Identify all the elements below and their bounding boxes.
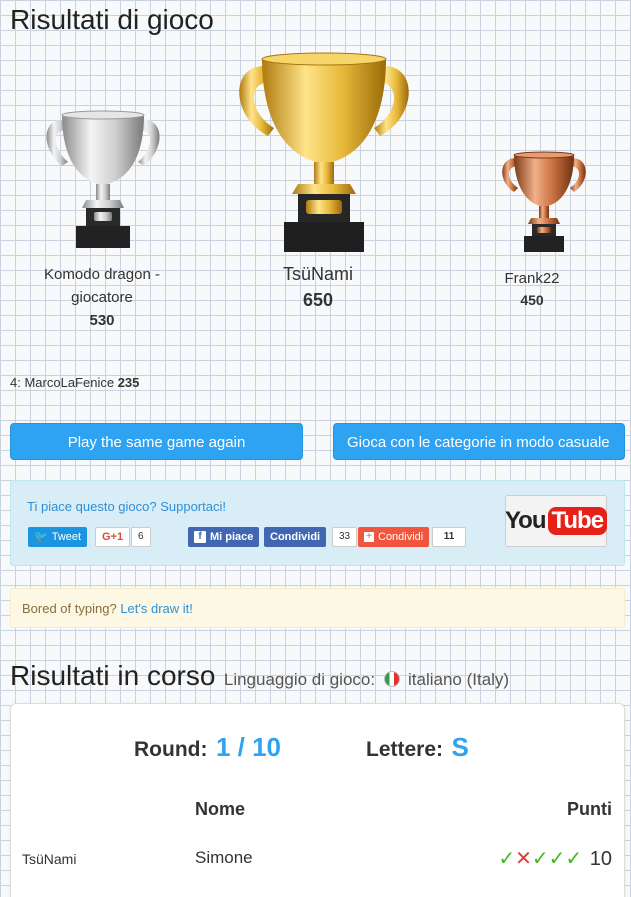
column-name-header: Nome xyxy=(195,799,246,819)
plus-icon: + xyxy=(364,532,374,542)
podium-first-name: TsüNami xyxy=(282,264,353,284)
tweet-button[interactable]: 🐦 Tweet xyxy=(28,527,88,547)
gplus-count: 6 xyxy=(131,527,151,547)
share-plus-button[interactable]: + Condividi xyxy=(358,527,430,547)
youtube-you-text: You xyxy=(504,507,547,534)
round-value: 1 / 10 xyxy=(215,732,281,762)
share-count: 33 xyxy=(332,527,358,547)
draw-text-wrap: Bored of typing? Let's draw it! xyxy=(22,601,193,616)
draw-box: Bored of typing? Let's draw it! xyxy=(10,588,625,628)
gplus-button[interactable]: G+1 xyxy=(95,527,131,547)
row-player: TsüNami xyxy=(22,851,77,867)
share-plus-label: Condividi xyxy=(378,531,424,543)
fourth-score: 235 xyxy=(117,375,140,390)
running-header: Risultati in corso Linguaggio di gioco: … xyxy=(10,660,509,692)
random-categories-button[interactable]: Gioca con le categorie in modo casuale xyxy=(333,423,625,460)
share-plus-count: 11 xyxy=(432,527,466,547)
tweet-label: Tweet xyxy=(51,531,82,543)
cross-icon: ✕ xyxy=(515,848,532,870)
letter-label: Lettere: xyxy=(366,738,444,761)
gold-trophy-icon xyxy=(239,52,409,252)
page-title: Risultati di gioco xyxy=(10,4,214,35)
support-text: Ti piace questo gioco? Supportaci! xyxy=(27,499,226,514)
play-again-button[interactable]: Play the same game again xyxy=(10,423,303,460)
running-panel: Round: 1 / 10 Lettere: S Nome Punti TsüN… xyxy=(10,703,625,897)
podium-third-score: 450 xyxy=(520,292,544,308)
podium-second-score: 530 xyxy=(89,312,115,329)
running-title: Risultati in corso xyxy=(10,660,216,691)
letter-info: Lettere: S xyxy=(366,732,469,763)
language-value: italiano (Italy) xyxy=(408,670,510,689)
twitter-bird-icon: 🐦 xyxy=(34,531,48,543)
podium-first-score: 650 xyxy=(302,290,334,310)
youtube-tube-text: Tube xyxy=(547,507,608,535)
check-icon: ✓ xyxy=(548,848,566,870)
podium-third-name: Frank22 xyxy=(504,270,560,287)
draw-link[interactable]: Let's draw it! xyxy=(120,601,193,616)
fourth-name: MarcoLaFenice xyxy=(24,375,115,390)
round-label: Round: xyxy=(134,738,208,761)
silver-trophy-icon xyxy=(46,110,160,248)
fourth-place: 4: MarcoLaFenice 235 xyxy=(10,375,139,390)
draw-text: Bored of typing? xyxy=(22,601,117,616)
row-answer: Simone xyxy=(195,848,253,867)
language-label: Linguaggio di gioco: xyxy=(223,670,376,689)
bronze-trophy-icon xyxy=(502,151,586,252)
round-info: Round: 1 / 10 xyxy=(134,732,281,763)
row-points: 10 xyxy=(589,848,612,870)
podium-second-name: Komodo dragon - giocatore xyxy=(44,266,160,306)
row-score-cell: ✓✕✓✓✓ 10 xyxy=(498,846,612,871)
letter-value: S xyxy=(451,732,469,762)
fourth-rank: 4: xyxy=(10,375,21,390)
column-points-header: Punti xyxy=(567,799,612,819)
like-label: Mi piace xyxy=(210,531,254,543)
italy-flag-icon xyxy=(383,671,400,687)
youtube-logo[interactable]: You Tube xyxy=(504,495,608,547)
facebook-share-button[interactable]: Condividi xyxy=(264,527,327,547)
facebook-like-button[interactable]: f Mi piace xyxy=(188,527,260,547)
check-icon: ✓ xyxy=(498,848,516,870)
facebook-icon: f xyxy=(194,531,206,543)
support-box: Ti piace questo gioco? Supportaci! 🐦 Twe… xyxy=(10,480,625,566)
table-row: TsüNami Simone ✓✕✓✓✓ 10 xyxy=(11,834,624,884)
check-icon: ✓ xyxy=(565,848,583,870)
check-icon: ✓ xyxy=(531,848,549,870)
